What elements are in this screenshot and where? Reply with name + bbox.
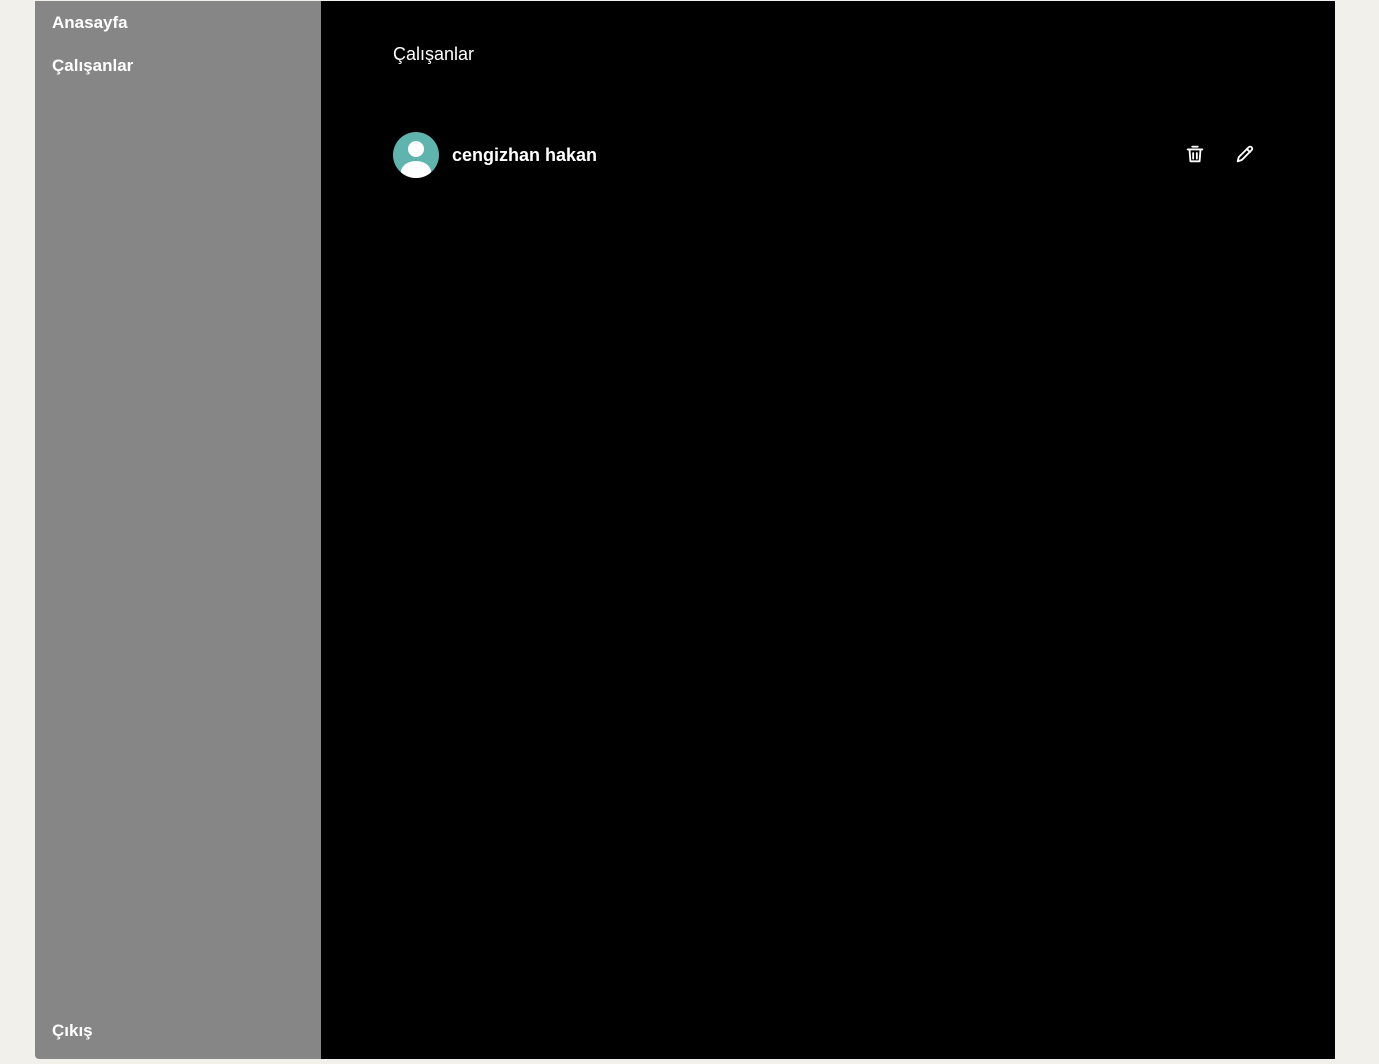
employee-row: cengizhan hakan (393, 131, 1273, 179)
pencil-icon (1236, 145, 1254, 163)
sidebar: Anasayfa Çalışanlar Çıkış (35, 1, 321, 1059)
app-window: Anasayfa Çalışanlar Çıkış Çalışanlar cen… (35, 1, 1335, 1059)
sidebar-item-employees[interactable]: Çalışanlar (52, 56, 133, 76)
edit-button[interactable] (1232, 141, 1258, 167)
employee-name: cengizhan hakan (452, 145, 598, 165)
sidebar-item-home[interactable]: Anasayfa (52, 13, 128, 33)
user-avatar-icon (393, 132, 439, 178)
main-content: Çalışanlar cengizhan hakan (321, 1, 1335, 1059)
page-title: Çalışanlar (393, 44, 475, 64)
logout-link[interactable]: Çıkış (52, 1021, 93, 1041)
trash-icon (1186, 145, 1204, 163)
delete-button[interactable] (1182, 141, 1208, 167)
